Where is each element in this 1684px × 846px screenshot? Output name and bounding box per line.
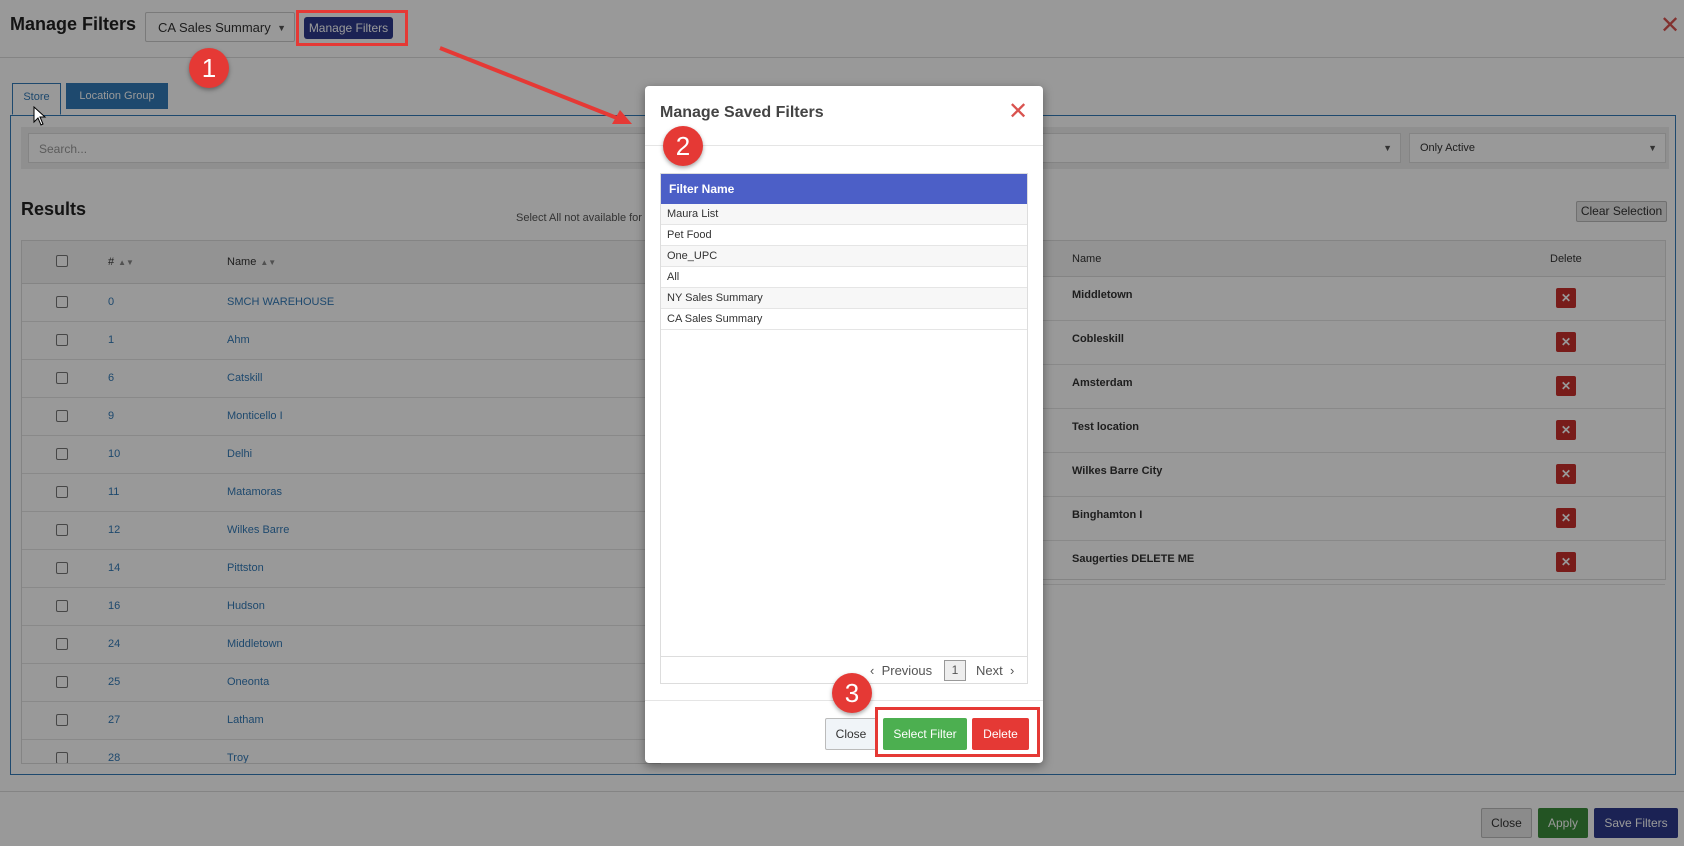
next-page-button[interactable]: Next › bbox=[976, 663, 1014, 678]
mouse-cursor-icon bbox=[33, 106, 47, 126]
manage-saved-filters-dialog: Manage Saved Filters ✕ Filter Name Maura… bbox=[645, 86, 1043, 763]
previous-page-button[interactable]: ‹ Previous bbox=[870, 663, 932, 678]
annotation-marker-3: 3 bbox=[832, 673, 872, 713]
list-item[interactable]: All bbox=[661, 267, 1027, 288]
chevron-left-icon: ‹ bbox=[870, 663, 875, 678]
dialog-title: Manage Saved Filters bbox=[660, 104, 824, 121]
annotation-marker-1: 1 bbox=[189, 48, 229, 88]
page-number-button[interactable]: 1 bbox=[944, 660, 966, 681]
list-item[interactable]: Maura List bbox=[661, 204, 1027, 225]
list-item[interactable]: CA Sales Summary bbox=[661, 309, 1027, 330]
list-item[interactable]: One_UPC bbox=[661, 246, 1027, 267]
close-icon[interactable]: ✕ bbox=[1008, 100, 1028, 124]
saved-filters-table: Filter Name Maura List Pet Food One_UPC All… bbox=[660, 173, 1028, 684]
divider bbox=[645, 145, 1043, 146]
list-item[interactable]: NY Sales Summary bbox=[661, 288, 1027, 309]
list-item[interactable]: Pet Food bbox=[661, 225, 1027, 246]
dialog-close-button[interactable]: Close bbox=[825, 718, 877, 750]
chevron-right-icon: › bbox=[1009, 663, 1015, 678]
annotation-marker-2: 2 bbox=[663, 126, 703, 166]
column-header-filter-name: Filter Name bbox=[661, 174, 1027, 204]
annotation-highlight-box bbox=[296, 10, 408, 46]
annotation-highlight-box bbox=[875, 707, 1040, 757]
